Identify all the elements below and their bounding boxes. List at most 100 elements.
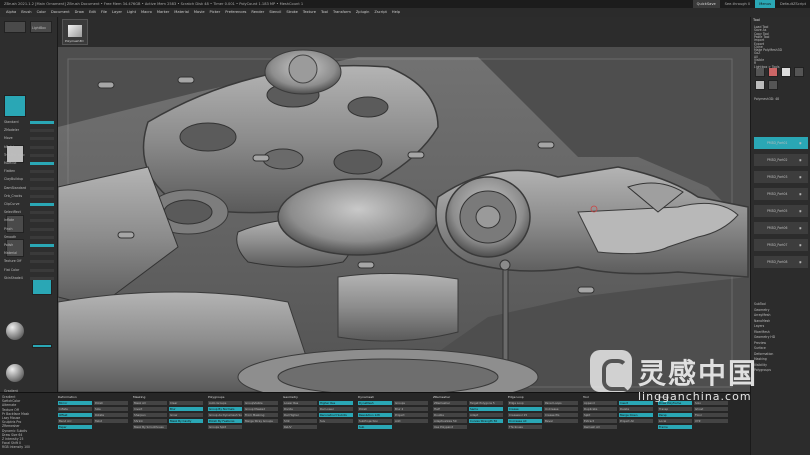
bottom-tool-button[interactable]: CreaseLvl 15 bbox=[508, 413, 542, 417]
bottom-left-item[interactable]: RGB Intensity 100 bbox=[2, 445, 56, 449]
tool-menu-item[interactable]: SubTool bbox=[754, 302, 766, 306]
lightbox-button[interactable]: LightBox bbox=[30, 21, 52, 33]
bottom-tool-button[interactable]: Polish bbox=[94, 401, 128, 405]
current-brush-thumb[interactable] bbox=[4, 95, 26, 117]
menu-zplugin[interactable]: Zplugin bbox=[356, 8, 370, 17]
bottom-tool-button[interactable]: Crease PG bbox=[544, 413, 578, 417]
bottom-tool-button[interactable]: Resolution 128 bbox=[358, 413, 392, 417]
bottom-tool-button[interactable]: Sub bbox=[358, 425, 392, 429]
eye-icon[interactable]: ◉ bbox=[799, 260, 802, 264]
tool-thumb-6[interactable] bbox=[768, 80, 778, 90]
bottom-tool-button[interactable]: Project bbox=[394, 413, 428, 417]
menu-preferences[interactable]: Preferences bbox=[225, 8, 246, 17]
bottom-tool-button[interactable]: From Masking bbox=[244, 413, 278, 417]
bottom-tool-button[interactable]: Local bbox=[658, 419, 692, 423]
bottom-tool-button[interactable]: Edge Loop bbox=[508, 401, 542, 405]
bottom-tool-button[interactable]: Mask By Cavity bbox=[169, 419, 203, 423]
bottom-tool-button[interactable]: Reconstruct Subdiv bbox=[319, 413, 353, 417]
bottom-tool-button[interactable]: ZRemesher bbox=[433, 401, 467, 405]
bottom-tool-button[interactable]: Mirror bbox=[58, 401, 92, 405]
see-through-slider[interactable]: See-through 0 bbox=[725, 0, 751, 8]
material-sphere-1[interactable] bbox=[6, 322, 24, 340]
bottom-tool-button[interactable]: Offset bbox=[58, 413, 92, 417]
left-brush-row[interactable] bbox=[30, 186, 54, 190]
bottom-tool-button[interactable]: Remesh All bbox=[583, 425, 617, 429]
tool-menu-item[interactable]: Preview bbox=[754, 341, 766, 345]
tool-menu-item[interactable]: FiberMesh bbox=[754, 330, 770, 334]
bottom-tool-button[interactable]: Del Higher bbox=[283, 413, 317, 417]
left-brush-row[interactable] bbox=[30, 276, 54, 280]
left-brush-row[interactable] bbox=[30, 260, 54, 264]
brush-picker-button[interactable] bbox=[4, 21, 26, 33]
bottom-tool-button[interactable]: Groups Split bbox=[208, 425, 242, 429]
quicksave-button[interactable]: QuickSave bbox=[692, 0, 720, 8]
bottom-tool-button[interactable]: XYZ bbox=[694, 419, 728, 423]
bottom-tool-button[interactable]: AdaptiveSize 50 bbox=[433, 419, 467, 423]
bottom-tool-button[interactable]: Inflate bbox=[58, 407, 92, 411]
menu-stencil[interactable]: Stencil bbox=[269, 8, 281, 17]
default-zscript-button[interactable]: DefaultZScript bbox=[780, 0, 806, 8]
menu-tool[interactable]: Tool bbox=[321, 8, 328, 17]
left-brush-row[interactable] bbox=[30, 194, 54, 198]
left-brush-row[interactable] bbox=[30, 129, 54, 133]
bottom-tool-button[interactable]: Shrink bbox=[133, 419, 167, 423]
menu-movie[interactable]: Movie bbox=[194, 8, 205, 17]
bottom-tool-button[interactable]: Rotate bbox=[94, 413, 128, 417]
material-highlight[interactable] bbox=[32, 344, 52, 348]
bottom-tool-button[interactable]: Group Masked bbox=[244, 407, 278, 411]
bottom-tool-button[interactable]: Merge Down bbox=[619, 413, 653, 417]
bottom-tool-button[interactable]: Polish By Features bbox=[208, 419, 242, 423]
menu-draw[interactable]: Draw bbox=[75, 8, 84, 17]
bottom-tool-button[interactable]: Lower Res bbox=[283, 401, 317, 405]
menu-transform[interactable]: Transform bbox=[333, 8, 351, 17]
menu-light[interactable]: Light bbox=[127, 8, 136, 17]
eye-icon[interactable]: ◉ bbox=[799, 192, 802, 196]
bottom-tool-button[interactable]: Adapt bbox=[469, 413, 503, 417]
tool-thumb-5[interactable] bbox=[755, 80, 765, 90]
eye-icon[interactable]: ◉ bbox=[799, 226, 802, 230]
tool-menu-item[interactable]: Polymesh3D: 48 bbox=[754, 97, 779, 101]
bottom-tool-button[interactable]: Panel Loops bbox=[544, 401, 578, 405]
tool-menu-item[interactable]: Lightbox > Tools bbox=[754, 65, 780, 69]
bottom-tool-button[interactable]: Double bbox=[433, 413, 467, 417]
bottom-tool-button[interactable]: Bevel bbox=[544, 419, 578, 423]
bottom-tool-button[interactable]: Blur bbox=[169, 407, 203, 411]
left-brush-row[interactable] bbox=[30, 235, 54, 239]
tool-menu-item[interactable]: ArrayMesh bbox=[754, 313, 770, 317]
bottom-tool-button[interactable]: Suv bbox=[319, 419, 353, 423]
menu-texture[interactable]: Texture bbox=[303, 8, 316, 17]
bottom-tool-button[interactable]: Del Lower bbox=[319, 407, 353, 411]
menu-edit[interactable]: Edit bbox=[89, 8, 96, 17]
bottom-tool-button[interactable]: Target Polygons 5 bbox=[469, 401, 503, 405]
left-brush-row[interactable] bbox=[30, 170, 54, 174]
bottom-tool-button[interactable]: SubProjection bbox=[358, 419, 392, 423]
left-brush-row[interactable] bbox=[30, 153, 54, 157]
bottom-tool-button[interactable]: Curves Strength 50 bbox=[469, 419, 503, 423]
bottom-tool-button[interactable]: Polish bbox=[358, 407, 392, 411]
bottom-tool-button[interactable]: Groups bbox=[394, 401, 428, 405]
menu-help[interactable]: Help bbox=[392, 8, 400, 17]
bottom-tool-button[interactable]: Divide bbox=[283, 407, 317, 411]
menu-render[interactable]: Render bbox=[251, 8, 264, 17]
menu-zscript[interactable]: Zscript bbox=[374, 8, 386, 17]
document-canvas[interactable] bbox=[58, 47, 750, 392]
bottom-tool-button[interactable]: Crease bbox=[508, 407, 542, 411]
polymesh3d-thumb[interactable]: Polymesh3D bbox=[62, 19, 88, 45]
bottom-tool-button[interactable]: Higher Res bbox=[319, 401, 353, 405]
bottom-tool-button[interactable]: Twist bbox=[94, 419, 128, 423]
left-brush-row[interactable] bbox=[30, 145, 54, 149]
left-brush-row[interactable] bbox=[30, 252, 54, 256]
bottom-tool-button[interactable]: Mask All bbox=[133, 401, 167, 405]
tool-thumb-4[interactable] bbox=[794, 67, 804, 77]
menu-stroke[interactable]: Stroke bbox=[286, 8, 297, 17]
menu-picker[interactable]: Picker bbox=[210, 8, 221, 17]
bottom-tool-button[interactable]: Bend Arc bbox=[58, 419, 92, 423]
bottom-tool-button[interactable]: Frame bbox=[658, 425, 692, 429]
left-brush-row[interactable] bbox=[30, 211, 54, 215]
menu-alpha[interactable]: Alpha bbox=[6, 8, 16, 17]
left-brush-row[interactable] bbox=[30, 227, 54, 231]
tool-menu-item[interactable]: Geometry bbox=[754, 308, 769, 312]
left-brush-row[interactable] bbox=[30, 203, 54, 206]
left-brush-row[interactable] bbox=[30, 178, 54, 182]
bottom-tool-button[interactable]: Invert bbox=[133, 407, 167, 411]
